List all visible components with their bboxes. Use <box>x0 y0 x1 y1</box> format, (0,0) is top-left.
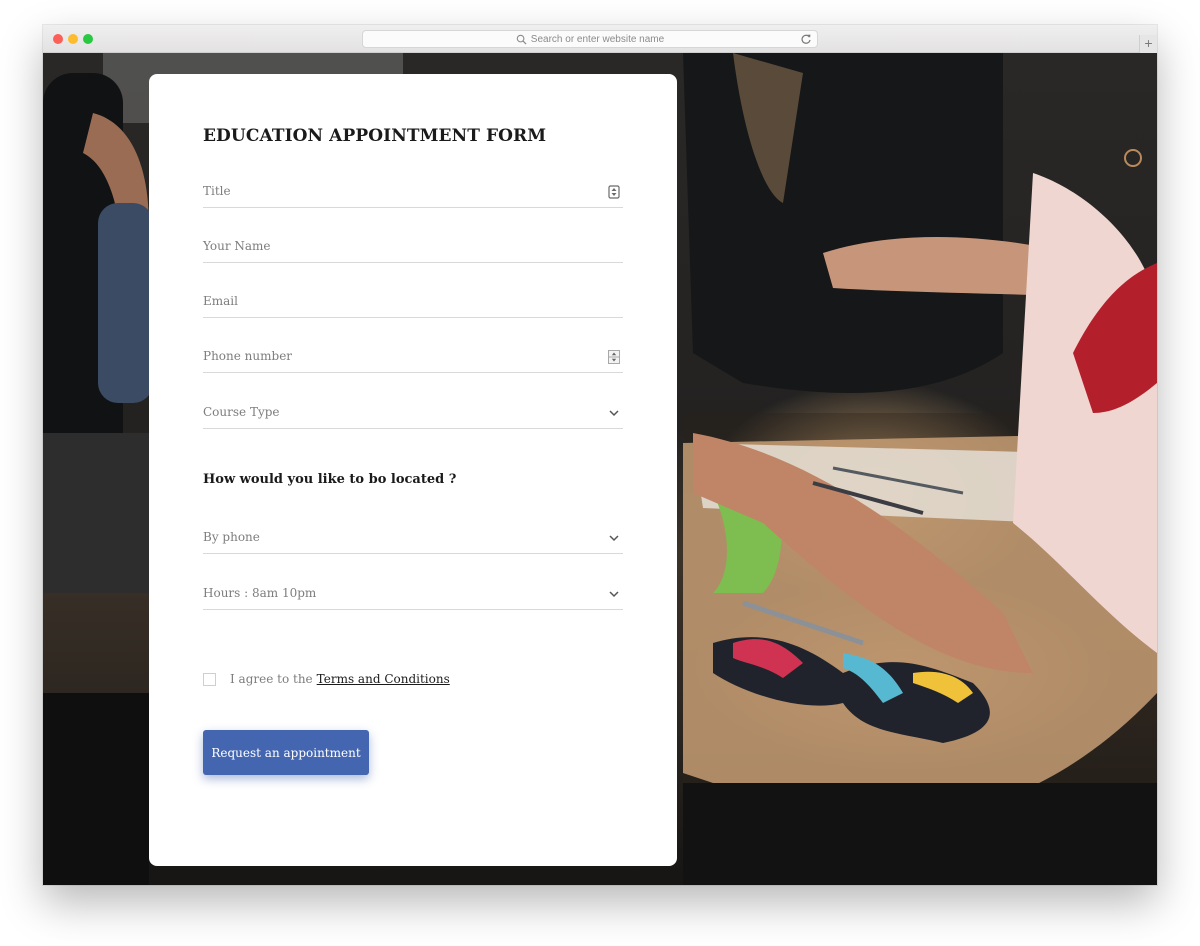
title-field-placeholder: Title <box>203 184 231 198</box>
chevron-down-icon <box>609 591 619 598</box>
course-type-value: Course Type <box>203 405 280 419</box>
contact-method-select[interactable]: By phone <box>203 522 623 554</box>
new-tab-button[interactable]: + <box>1139 35 1157 53</box>
terms-agreement: I agree to the Terms and Conditions <box>203 671 450 687</box>
minimize-window-button[interactable] <box>68 34 78 44</box>
hours-select[interactable]: Hours : 8am 10pm <box>203 578 623 610</box>
terms-and-conditions-link[interactable]: Terms and Conditions <box>317 672 450 686</box>
zoom-window-button[interactable] <box>83 34 93 44</box>
location-question-heading: How would you like to bo located ? <box>203 472 457 487</box>
form-title: EDUCATION APPOINTMENT FORM <box>203 126 547 146</box>
terms-checkbox[interactable] <box>203 672 216 686</box>
phone-number-field[interactable]: Phone number <box>203 341 623 373</box>
page-viewport: EDUCATION APPOINTMENT FORM Title Your Na… <box>43 53 1157 885</box>
agree-label: I agree to the <box>230 672 313 686</box>
course-type-select[interactable]: Course Type <box>203 397 623 429</box>
name-field-placeholder: Your Name <box>203 239 271 253</box>
address-bar-placeholder: Search or enter website name <box>530 33 665 45</box>
sort-arrows-icon[interactable] <box>607 185 621 199</box>
browser-window: Search or enter website name + EDUCATION… <box>43 25 1157 885</box>
chevron-down-icon <box>609 410 619 417</box>
chevron-down-icon <box>609 535 619 542</box>
reload-icon[interactable] <box>800 33 812 45</box>
browser-toolbar: Search or enter website name + <box>43 25 1157 53</box>
email-field-placeholder: Email <box>203 294 238 308</box>
search-icon <box>516 34 527 45</box>
hours-value: Hours : 8am 10pm <box>203 586 317 600</box>
title-field[interactable]: Title <box>203 176 623 208</box>
email-field[interactable]: Email <box>203 286 623 318</box>
number-spinner-icon[interactable] <box>607 350 621 364</box>
address-bar[interactable]: Search or enter website name <box>362 30 818 48</box>
close-window-button[interactable] <box>53 34 63 44</box>
name-field[interactable]: Your Name <box>203 231 623 263</box>
request-appointment-button[interactable]: Request an appointment <box>203 730 369 775</box>
appointment-form-card: EDUCATION APPOINTMENT FORM Title Your Na… <box>149 74 677 866</box>
contact-method-value: By phone <box>203 530 260 544</box>
phone-number-placeholder: Phone number <box>203 349 293 363</box>
